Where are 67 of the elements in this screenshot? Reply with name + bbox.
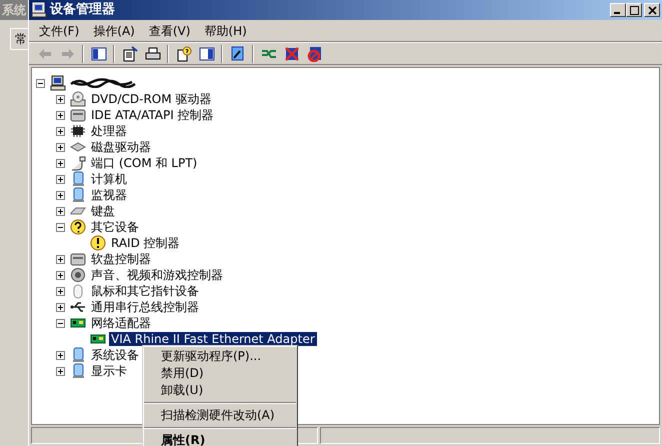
tree-item[interactable]: 鼠标和其它指针设备 [89, 284, 201, 298]
collapse-toggle[interactable] [36, 78, 45, 88]
expand-toggle[interactable] [56, 142, 65, 152]
context-menu-item[interactable]: 扫描检测硬件改动(A) [143, 407, 297, 424]
monitor-icon [70, 171, 86, 187]
expand-toggle[interactable] [56, 190, 65, 200]
close-icon [648, 6, 656, 14]
expand-toggle[interactable] [56, 302, 65, 312]
expand-toggle[interactable] [56, 366, 65, 376]
tree-item[interactable]: 通用串行总线控制器 [89, 300, 201, 314]
expand-toggle[interactable] [56, 126, 65, 136]
expand-toggle[interactable] [56, 270, 65, 280]
collapse-toggle[interactable] [56, 318, 65, 328]
tree-item[interactable]: VIA Rhine II Fast Ethernet Adapter [109, 332, 317, 346]
tree-item[interactable]: 端口 (COM 和 LPT) [89, 156, 200, 170]
context-menu-item[interactable]: 更新驱动程序(P)... [143, 348, 297, 365]
monitor-icon [70, 347, 86, 363]
monitor-icon [70, 363, 86, 379]
plug-icon [70, 155, 86, 171]
tree-item[interactable]: 计算机 [89, 172, 129, 186]
window-title: 系统 [1, 2, 26, 19]
collapse-toggle[interactable] [56, 222, 65, 232]
context-menu-item[interactable]: 属性(R) [143, 432, 297, 446]
menu-item[interactable]: 帮助(H) [198, 22, 253, 40]
expand-toggle[interactable] [56, 174, 65, 184]
expand-toggle[interactable] [56, 350, 65, 360]
tree-item[interactable]: 磁盘驱动器 [89, 140, 153, 154]
scribble-drawing [70, 78, 136, 88]
close-button[interactable] [644, 3, 660, 17]
disc-drive-icon [70, 91, 86, 107]
tree-item[interactable]: 软盘控制器 [89, 252, 153, 266]
drive-icon [70, 107, 86, 123]
speaker-icon [70, 267, 86, 283]
expand-toggle[interactable] [56, 94, 65, 104]
window-title: 设备管理器 [50, 1, 115, 20]
question-icon [70, 219, 86, 235]
chip-icon [70, 123, 86, 139]
expand-toggle[interactable] [56, 110, 65, 120]
context-menu-item[interactable]: 禁用(D) [143, 365, 297, 382]
minimize-icon [614, 12, 620, 14]
context-menu-item[interactable]: 卸载(U) [143, 382, 297, 399]
tree-item[interactable]: 显示卡 [89, 364, 129, 378]
maximize-button[interactable] [626, 3, 642, 17]
computer-icon [31, 2, 47, 18]
tree-item[interactable]: 其它设备 [89, 220, 141, 234]
expand-toggle[interactable] [56, 206, 65, 216]
monitor-icon [70, 187, 86, 203]
menu-item[interactable]: 查看(V) [142, 22, 196, 40]
tree-item[interactable]: 声音、视频和游戏控制器 [89, 268, 225, 282]
tree-item[interactable]: DVD/CD-ROM 驱动器 [89, 92, 214, 106]
tree-item[interactable]: 监视器 [89, 188, 129, 202]
tree-item[interactable]: RAID 控制器 [109, 236, 182, 250]
tree-item[interactable]: 处理器 [89, 124, 129, 138]
expand-toggle[interactable] [56, 158, 65, 168]
drive-icon [70, 251, 86, 267]
expand-toggle[interactable] [56, 254, 65, 264]
tree-item[interactable]: 系统设备 [89, 348, 141, 362]
tree-item[interactable]: 网络适配器 [89, 316, 153, 330]
menu-item[interactable]: 操作(A) [87, 22, 141, 40]
tree-item[interactable]: 键盘 [89, 204, 117, 218]
minimize-button[interactable] [610, 3, 626, 17]
warning-icon [90, 235, 106, 251]
menu-item[interactable]: 文件(F) [33, 22, 86, 40]
tree-item[interactable]: IDE ATA/ATAPI 控制器 [89, 108, 216, 122]
expand-toggle[interactable] [56, 286, 65, 296]
computer-icon [50, 75, 66, 91]
maximize-icon [630, 6, 638, 14]
